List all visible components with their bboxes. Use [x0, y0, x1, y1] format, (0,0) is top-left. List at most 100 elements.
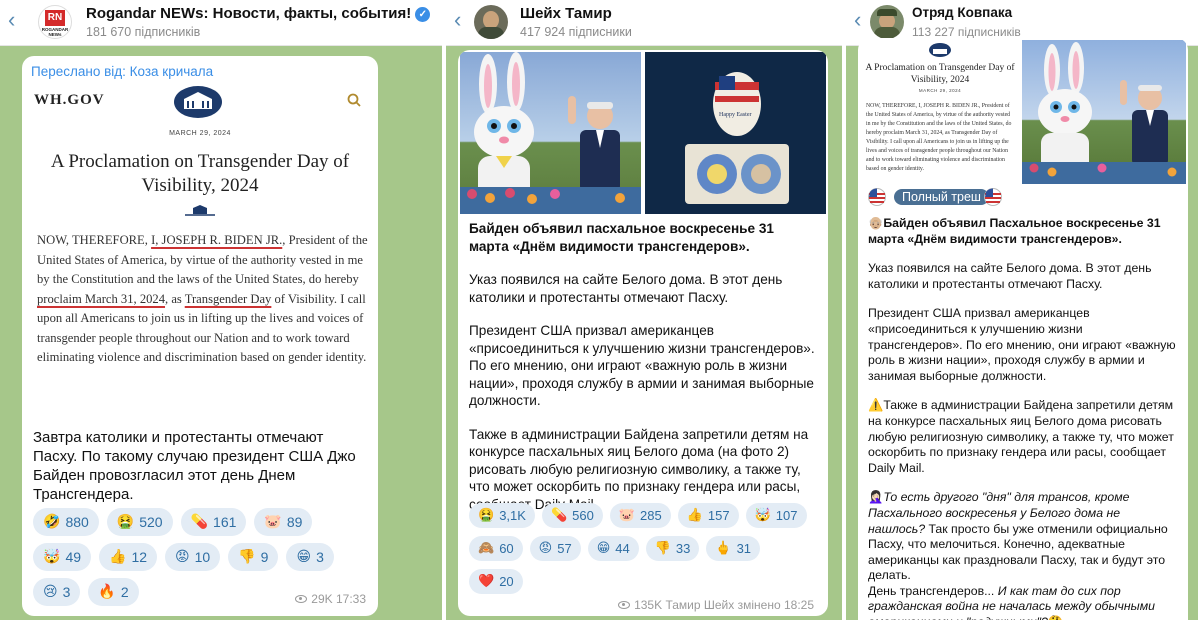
reaction-count: 3	[62, 584, 71, 600]
avatar-body	[478, 27, 504, 39]
reaction-pill[interactable]: 😡 10	[165, 543, 221, 571]
highlight-date: proclaim March 31, 2024	[37, 291, 166, 306]
reaction-count: 560	[572, 508, 594, 523]
comment-paragraph: 🤦🏻‍♀️То есть другого "дня" для трансов, …	[868, 490, 1180, 620]
message-bubble[interactable]: A Proclamation on Transgender Day of Vis…	[858, 38, 1188, 620]
verified-icon: ✓	[415, 7, 431, 22]
paragraph-1: Указ появился на сайте Белого дома. В эт…	[868, 261, 1152, 291]
reaction-emoji-icon: 🐷	[618, 508, 636, 523]
reaction-pill[interactable]: ❤️ 20	[469, 569, 523, 594]
reaction-emoji-icon: 👍	[686, 508, 703, 523]
paragraph-2: Президент США призвал американцев «присо…	[868, 306, 1176, 383]
reaction-pill[interactable]: 🙈 60	[469, 536, 523, 561]
reaction-pill[interactable]: 🤣 880	[33, 508, 99, 536]
warning-paragraph: ⚠️Также в администрации Байдена запретил…	[868, 398, 1174, 475]
reaction-emoji-icon: 👍	[109, 549, 127, 565]
reaction-pill[interactable]: 💊 560	[541, 503, 603, 528]
message-meta: 135K Тамир Шейх змінено 18:25	[618, 598, 814, 612]
reaction-emoji-icon: 🤮	[116, 514, 135, 530]
view-count: 135K	[634, 598, 663, 612]
reaction-pill[interactable]: 👍 157	[677, 503, 739, 528]
view-count: 29K	[311, 592, 333, 606]
reaction-pill[interactable]: 🤮 520	[106, 508, 173, 536]
reaction-count: 161	[213, 514, 237, 530]
channel-avatar[interactable]	[870, 5, 904, 39]
photo-easter-bunny-biden[interactable]	[460, 52, 641, 214]
reaction-emoji-icon: 👎	[654, 541, 671, 556]
forwarded-from-link[interactable]: Переслано від: Коза кричала	[31, 64, 213, 79]
old-man-emoji-icon: 👴🏼	[868, 216, 884, 230]
proclamation-document-image[interactable]: A Proclamation on Transgender Day of Vis…	[860, 40, 1020, 184]
author-signature: Тамир Шейх	[665, 598, 735, 612]
message-time: 17:33	[335, 592, 366, 606]
message-bubble[interactable]: Переслано від: Коза кричала WH.GOV MARCH…	[22, 56, 378, 616]
reaction-pill[interactable]: 👎 33	[645, 536, 700, 561]
reaction-pill[interactable]: 😢 3	[33, 578, 81, 606]
reaction-emoji-icon: ❤️	[478, 574, 495, 589]
back-arrow-icon[interactable]: ‹	[454, 9, 461, 31]
reaction-pill[interactable]: 😁 3	[286, 543, 334, 571]
message-time: 18:25	[783, 598, 814, 612]
reaction-count: 880	[65, 514, 89, 530]
channel-avatar[interactable]	[474, 5, 508, 39]
channel-title: Шейх Тамир	[520, 5, 612, 22]
reaction-count: 157	[707, 508, 730, 523]
paragraph-1: Указ появился на сайте Белого дома. В эт…	[469, 272, 783, 305]
reaction-count: 9	[260, 549, 269, 565]
message-bubble[interactable]: Happy Easter Байден объявил пасхальное в…	[458, 50, 828, 616]
channel-panel-sheikh-tamir: ‹ Шейх Тамир 417 924 підписники Happy Ea…	[446, 0, 842, 620]
reaction-count: 107	[775, 508, 798, 523]
reaction-emoji-icon: 🤮	[478, 508, 495, 523]
proclamation-date: MARCH 29, 2024	[918, 88, 962, 93]
reaction-emoji-icon: 🖕	[715, 541, 732, 556]
reaction-emoji-icon: 🙈	[478, 541, 495, 556]
reaction-pill[interactable]: 🤮 3,1K	[469, 503, 535, 528]
reaction-emoji-icon: 🐷	[264, 514, 282, 530]
logo-text: ROGANDAR NEWs	[41, 27, 69, 37]
proclamation-title: A Proclamation on Transgender Day of Vis…	[50, 151, 350, 196]
facepalm-emoji-icon: 🤦🏻‍♀️	[868, 490, 884, 505]
white-house-logo-icon	[174, 86, 222, 118]
seal-divider-icon	[185, 205, 215, 216]
reaction-emoji-icon: 👎	[238, 549, 256, 565]
reaction-pill[interactable]: 💊 161	[180, 508, 247, 536]
reaction-pill[interactable]: 👍 12	[99, 543, 158, 571]
reaction-count: 3	[316, 549, 324, 565]
back-arrow-icon[interactable]: ‹	[854, 9, 861, 31]
photo-easter-bunny-biden[interactable]	[1022, 40, 1186, 184]
reaction-pill[interactable]: 🖕 31	[706, 536, 761, 561]
reaction-pill[interactable]: 🐷 89	[254, 508, 313, 536]
reaction-emoji-icon: 😁	[596, 541, 611, 556]
proclamation-body: NOW, THEREFORE, I, JOSEPH R. BIDEN JR., …	[37, 233, 368, 364]
reaction-pill[interactable]: 😁 44	[587, 536, 639, 561]
egg-caption: Happy Easter	[719, 112, 752, 118]
channel-avatar[interactable]: RN ROGANDAR NEWs	[38, 5, 72, 39]
thinking-emoji-icon: 🤔	[1048, 615, 1063, 620]
subscriber-count: 417 924 підписники	[520, 25, 632, 39]
warning-emoji-icon: ⚠️	[868, 398, 884, 413]
reaction-pill[interactable]: 🔥 2	[88, 578, 139, 606]
reaction-emoji-icon: 😢	[43, 584, 58, 600]
reaction-pill[interactable]: 🐷 285	[609, 503, 671, 528]
back-arrow-icon[interactable]: ‹	[8, 9, 15, 31]
proclamation-date: MARCH 29, 2024	[169, 130, 231, 137]
proclamation-document-image[interactable]: WH.GOV MARCH 29, 2024 A Proclamation on …	[22, 84, 378, 444]
photo-easter-eggs[interactable]: Happy Easter	[645, 52, 826, 214]
reaction-count: 12	[131, 549, 148, 565]
reaction-emoji-icon: 🔥	[98, 584, 116, 600]
paragraph-3: Также в администрации Байдена запретили …	[469, 426, 809, 512]
reaction-pill[interactable]: 👎 9	[228, 543, 279, 571]
reaction-pill[interactable]: 🤯 107	[745, 503, 807, 528]
eye-icon	[618, 601, 631, 609]
white-house-logo-icon	[929, 43, 951, 57]
search-icon[interactable]	[346, 92, 362, 108]
channel-header[interactable]: ‹ RN ROGANDAR NEWs Rogandar NEWs: Новост…	[0, 0, 442, 46]
channel-header[interactable]: ‹ Шейх Тамир 417 924 підписники	[446, 0, 842, 46]
us-flag-icon	[984, 188, 1002, 206]
reaction-pill[interactable]: 😡 57	[529, 536, 581, 561]
reaction-pill[interactable]: 🤯 49	[33, 543, 92, 571]
subscriber-count: 181 670 підписників	[86, 25, 201, 39]
message-text: Завтра католики и протестанты отмечают П…	[33, 429, 356, 503]
proclamation-body: NOW, THEREFORE, I, JOSEPH R. BIDEN JR., …	[866, 103, 1012, 172]
reaction-count: 520	[139, 514, 163, 530]
